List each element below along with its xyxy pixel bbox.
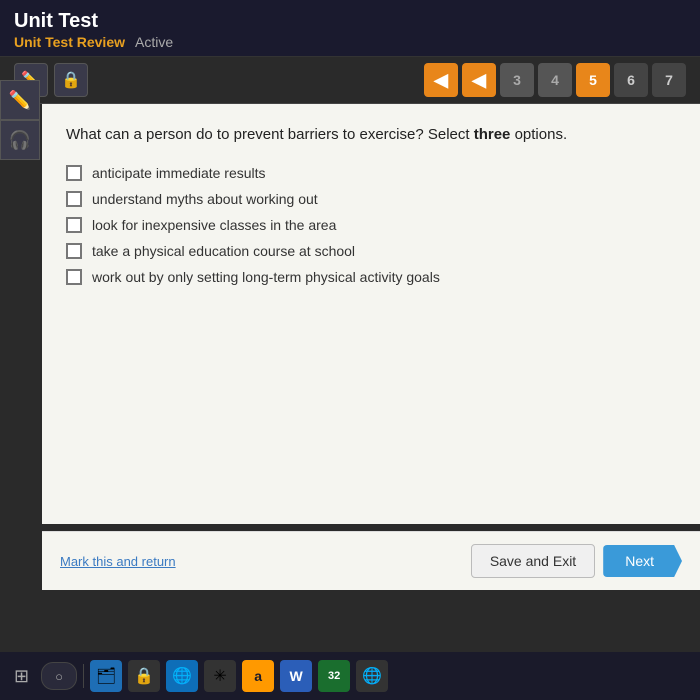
main-content: What can a person do to prevent barriers… (42, 104, 700, 524)
lock-tool-button[interactable]: 🔒 (54, 63, 88, 97)
headphone-side-icon[interactable]: 🎧 (0, 120, 40, 160)
nav-page-3[interactable]: 3 (500, 63, 534, 97)
start-button[interactable]: ⊞ (8, 662, 35, 691)
nav-back-button-1[interactable]: ◀ (424, 63, 458, 97)
taskbar-search-button[interactable]: ○ (41, 662, 77, 690)
nav-page-5[interactable]: 5 (576, 63, 610, 97)
nav-page-4[interactable]: 4 (538, 63, 572, 97)
option-checkbox-4[interactable] (66, 243, 82, 259)
action-buttons: Save and Exit Next (471, 544, 682, 578)
option-list: anticipate immediate results understand … (66, 165, 676, 285)
side-icons: ✏️ 🎧 (0, 80, 40, 160)
taskbar-app-amazon[interactable]: a (242, 660, 274, 692)
taskbar-app-word[interactable]: W (280, 660, 312, 692)
header-subtitle-row: Unit Test Review Active (14, 34, 686, 50)
taskbar-app-explorer[interactable]: 🗂 (90, 660, 122, 692)
unit-test-review-link[interactable]: Unit Test Review (14, 34, 125, 50)
option-checkbox-5[interactable] (66, 269, 82, 285)
nav-page-6[interactable]: 6 (614, 63, 648, 97)
option-item-2[interactable]: understand myths about working out (66, 191, 676, 207)
option-item-1[interactable]: anticipate immediate results (66, 165, 676, 181)
option-label-4: take a physical education course at scho… (92, 243, 355, 259)
option-label-3: look for inexpensive classes in the area (92, 217, 336, 233)
option-item-3[interactable]: look for inexpensive classes in the area (66, 217, 676, 233)
status-badge: Active (135, 34, 173, 50)
nav-page-7[interactable]: 7 (652, 63, 686, 97)
save-exit-button[interactable]: Save and Exit (471, 544, 595, 578)
taskbar-app-lock[interactable]: 🔒 (128, 660, 160, 692)
taskbar-app-32[interactable]: 32 (318, 660, 350, 692)
taskbar-app-edge[interactable]: 🌐 (166, 660, 198, 692)
question-text-after: options. (510, 126, 567, 143)
option-checkbox-3[interactable] (66, 217, 82, 233)
option-checkbox-1[interactable] (66, 165, 82, 181)
option-label-5: work out by only setting long-term physi… (92, 269, 440, 285)
taskbar: ⊞ ○ 🗂 🔒 🌐 ✳ a W 32 🌐 (0, 652, 700, 700)
nav-back-button-2[interactable]: ◀ (462, 63, 496, 97)
option-checkbox-2[interactable] (66, 191, 82, 207)
header: Unit Test Unit Test Review Active (0, 0, 700, 57)
taskbar-app-star[interactable]: ✳ (204, 660, 236, 692)
toolbar-nav: ◀ ◀ 3 4 5 6 7 (424, 63, 686, 97)
question-text-before: What can a person do to prevent barriers… (66, 126, 474, 143)
pencil-side-icon[interactable]: ✏️ (0, 80, 40, 120)
question-text: What can a person do to prevent barriers… (66, 124, 676, 147)
action-bar: Mark this and return Save and Exit Next (42, 531, 700, 590)
option-label-1: anticipate immediate results (92, 165, 266, 181)
taskbar-separator-1 (83, 664, 84, 688)
toolbar: ✏️ 🔒 ◀ ◀ 3 4 5 6 7 (0, 57, 700, 104)
question-bold-word: three (474, 126, 511, 143)
taskbar-app-chrome[interactable]: 🌐 (356, 660, 388, 692)
next-button[interactable]: Next (603, 545, 682, 577)
mark-return-link[interactable]: Mark this and return (60, 554, 176, 569)
option-label-2: understand myths about working out (92, 191, 318, 207)
option-item-4[interactable]: take a physical education course at scho… (66, 243, 676, 259)
option-item-5[interactable]: work out by only setting long-term physi… (66, 269, 676, 285)
page-title: Unit Test (14, 8, 686, 34)
